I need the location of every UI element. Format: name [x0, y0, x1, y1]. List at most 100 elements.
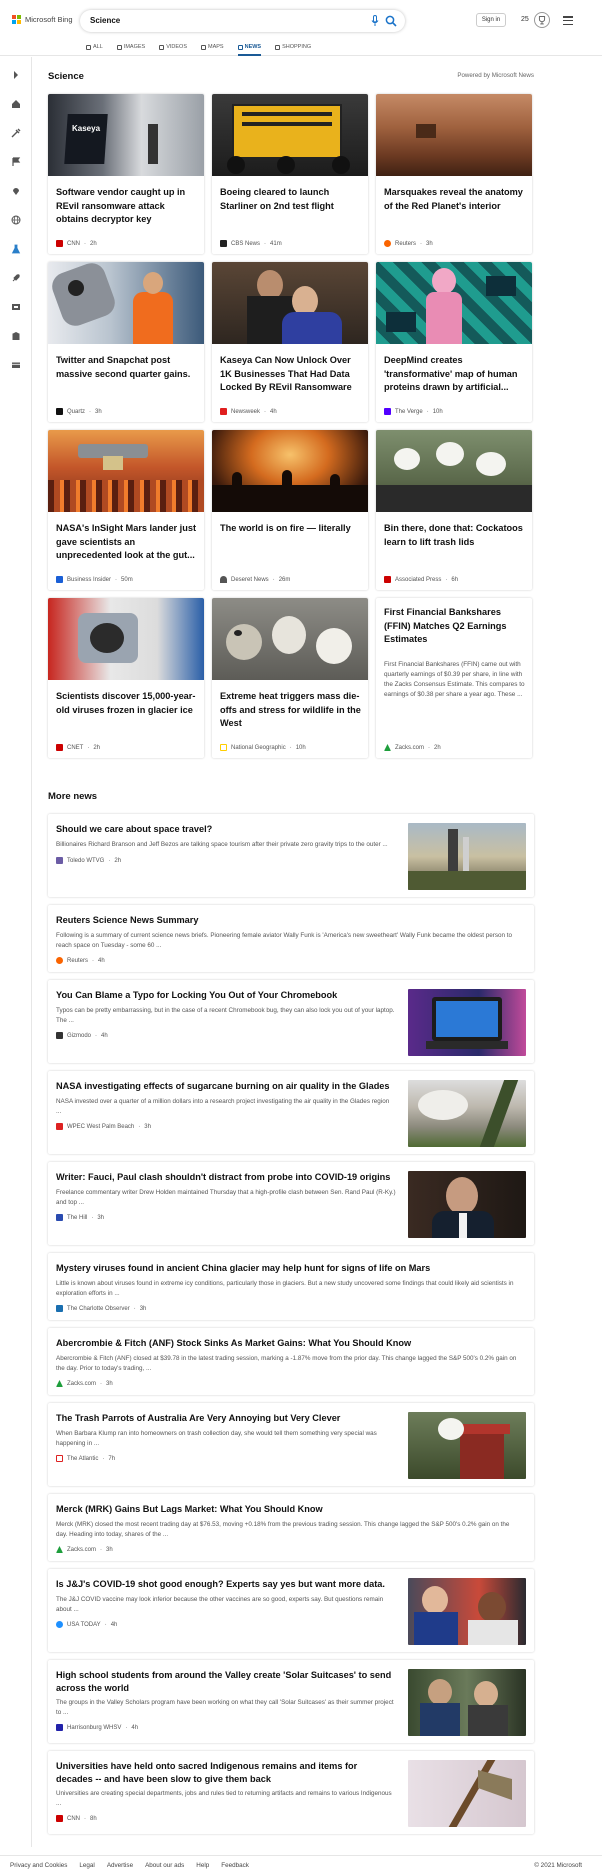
- source-logo-icon: [56, 1724, 63, 1731]
- footer-links: Privacy and Cookies Legal Advertise Abou…: [10, 1862, 249, 1869]
- card-title[interactable]: First Financial Bankshares (FFIN) Matche…: [384, 606, 526, 647]
- source-logo-icon: [56, 1380, 63, 1387]
- building-icon[interactable]: [11, 331, 21, 341]
- news-list-item[interactable]: Is J&J's COVID-19 shot good enough? Expe…: [48, 1569, 534, 1652]
- news-card[interactable]: Kaseya Can Now Unlock Over 1K Businesses…: [212, 262, 368, 422]
- news-card[interactable]: Extreme heat triggers mass die-offs and …: [212, 598, 368, 758]
- item-description: Little is known about viruses found in e…: [56, 1280, 514, 1297]
- rocket-icon[interactable]: [11, 273, 21, 283]
- shopping-icon: [275, 44, 281, 50]
- source-logo-icon: [384, 576, 391, 583]
- home-icon[interactable]: [11, 99, 21, 109]
- footer-link-advertise[interactable]: Advertise: [107, 1862, 133, 1869]
- hamburger-menu-icon[interactable]: [563, 16, 573, 26]
- item-title[interactable]: Merck (MRK) Gains But Lags Market: What …: [56, 1503, 522, 1516]
- card-title[interactable]: Kaseya Can Now Unlock Over 1K Businesses…: [220, 354, 362, 395]
- location-icon[interactable]: [11, 186, 21, 196]
- footer-link-about-ads[interactable]: About our ads: [145, 1862, 184, 1869]
- card-source: Quartz · 3h: [56, 408, 102, 415]
- news-list-item[interactable]: Abercrombie & Fitch (ANF) Stock Sinks As…: [48, 1328, 534, 1395]
- page-footer: Privacy and Cookies Legal Advertise Abou…: [0, 1855, 602, 1875]
- footer-link-feedback[interactable]: Feedback: [221, 1862, 249, 1869]
- footer-link-legal[interactable]: Legal: [79, 1862, 94, 1869]
- card-title[interactable]: Bin there, done that: Cockatoos learn to…: [384, 522, 526, 549]
- item-title[interactable]: High school students from around the Val…: [56, 1669, 396, 1695]
- tab-shopping[interactable]: SHOPPING: [275, 40, 311, 54]
- news-card[interactable]: Boeing cleared to launch Starliner on 2n…: [212, 94, 368, 254]
- card-image: [212, 94, 368, 176]
- search-box[interactable]: Science: [80, 10, 405, 32]
- flag-icon[interactable]: [11, 157, 21, 167]
- card-title[interactable]: Twitter and Snapchat post massive second…: [56, 354, 198, 381]
- news-list-item[interactable]: The Trash Parrots of Australia Are Very …: [48, 1403, 534, 1486]
- card-title[interactable]: Scientists discover 15,000-year-old viru…: [56, 690, 198, 717]
- news-card[interactable]: First Financial Bankshares (FFIN) Matche…: [376, 598, 532, 758]
- tools-icon[interactable]: [11, 128, 21, 138]
- item-title[interactable]: The Trash Parrots of Australia Are Very …: [56, 1412, 396, 1425]
- item-title[interactable]: Universities have held onto sacred Indig…: [56, 1760, 396, 1786]
- card-title[interactable]: Boeing cleared to launch Starliner on 2n…: [220, 186, 362, 213]
- expand-icon[interactable]: [11, 70, 21, 80]
- news-card[interactable]: Twitter and Snapchat post massive second…: [48, 262, 204, 422]
- science-icon[interactable]: [11, 244, 21, 254]
- card-title[interactable]: NASA's InSight Mars lander just gave sci…: [56, 522, 198, 563]
- powered-by-label[interactable]: Powered by Microsoft News: [457, 72, 534, 79]
- item-title[interactable]: Reuters Science News Summary: [56, 914, 522, 927]
- item-thumbnail: [408, 1412, 526, 1479]
- card-icon[interactable]: [11, 360, 21, 370]
- news-list-item[interactable]: Should we care about space travel? Billi…: [48, 814, 534, 897]
- news-list-item[interactable]: Mystery viruses found in ancient China g…: [48, 1253, 534, 1320]
- tab-news[interactable]: NEWS: [237, 40, 261, 56]
- news-card[interactable]: DeepMind creates 'transformative' map of…: [376, 262, 532, 422]
- item-title[interactable]: Should we care about space travel?: [56, 823, 396, 836]
- news-card[interactable]: Marsquakes reveal the anatomy of the Red…: [376, 94, 532, 254]
- search-icon[interactable]: [385, 15, 397, 27]
- news-card[interactable]: The world is on fire — literally Deseret…: [212, 430, 368, 590]
- item-source: USA TODAY · 4h: [56, 1621, 117, 1628]
- item-title[interactable]: Is J&J's COVID-19 shot good enough? Expe…: [56, 1578, 396, 1591]
- item-thumbnail: [408, 1578, 526, 1645]
- news-list-item[interactable]: High school students from around the Val…: [48, 1660, 534, 1743]
- media-icon[interactable]: [11, 302, 21, 312]
- news-list-item[interactable]: Writer: Fauci, Paul clash shouldn't dist…: [48, 1162, 534, 1245]
- news-list-item[interactable]: Universities have held onto sacred Indig…: [48, 1751, 534, 1834]
- brand-name: Microsoft Bing: [25, 15, 73, 24]
- item-title[interactable]: Writer: Fauci, Paul clash shouldn't dist…: [56, 1171, 396, 1184]
- footer-link-privacy[interactable]: Privacy and Cookies: [10, 1862, 67, 1869]
- tab-maps[interactable]: MAPS: [201, 40, 224, 54]
- news-card[interactable]: Kaseya Software vendor caught up in REvi…: [48, 94, 204, 254]
- card-title[interactable]: Marsquakes reveal the anatomy of the Red…: [384, 186, 526, 213]
- card-title[interactable]: Extreme heat triggers mass die-offs and …: [220, 690, 362, 731]
- card-title[interactable]: DeepMind creates 'transformative' map of…: [384, 354, 526, 395]
- source-logo-icon: [56, 1214, 63, 1221]
- microphone-icon[interactable]: [371, 15, 379, 27]
- bing-logo[interactable]: Microsoft Bing: [12, 15, 73, 24]
- tab-all[interactable]: ALL: [86, 40, 103, 54]
- news-card[interactable]: NASA's InSight Mars lander just gave sci…: [48, 430, 204, 590]
- tab-videos[interactable]: VIDEOS: [159, 40, 187, 54]
- rewards-points[interactable]: 25: [521, 16, 529, 23]
- news-list-item[interactable]: NASA investigating effects of sugarcane …: [48, 1071, 534, 1154]
- rewards-trophy-icon[interactable]: [534, 12, 550, 28]
- card-title[interactable]: The world is on fire — literally: [220, 522, 362, 536]
- news-list-item[interactable]: You Can Blame a Typo for Locking You Out…: [48, 980, 534, 1063]
- search-input[interactable]: Science: [90, 16, 120, 25]
- footer-link-help[interactable]: Help: [196, 1862, 209, 1869]
- item-source: WPEC West Palm Beach · 3h: [56, 1123, 151, 1130]
- card-title[interactable]: Software vendor caught up in REvil ranso…: [56, 186, 198, 227]
- item-title[interactable]: Mystery viruses found in ancient China g…: [56, 1262, 522, 1275]
- item-title[interactable]: You Can Blame a Typo for Locking You Out…: [56, 989, 396, 1002]
- news-list-item[interactable]: Reuters Science News Summary Following i…: [48, 905, 534, 972]
- item-source: The Atlantic · 7h: [56, 1455, 115, 1462]
- globe-icon[interactable]: [11, 215, 21, 225]
- item-title[interactable]: Abercrombie & Fitch (ANF) Stock Sinks As…: [56, 1337, 522, 1350]
- search-icon: [86, 44, 91, 50]
- news-card[interactable]: Bin there, done that: Cockatoos learn to…: [376, 430, 532, 590]
- tab-images[interactable]: IMAGES: [116, 40, 145, 54]
- news-list-item[interactable]: Merck (MRK) Gains But Lags Market: What …: [48, 1494, 534, 1561]
- news-card[interactable]: Scientists discover 15,000-year-old viru…: [48, 598, 204, 758]
- item-title[interactable]: NASA investigating effects of sugarcane …: [56, 1080, 396, 1093]
- source-logo-icon: [384, 408, 391, 415]
- sign-in-button[interactable]: Sign in: [476, 13, 506, 27]
- search-scope-tabs: ALL IMAGES VIDEOS MAPS NEWS SHOPPING: [86, 40, 311, 56]
